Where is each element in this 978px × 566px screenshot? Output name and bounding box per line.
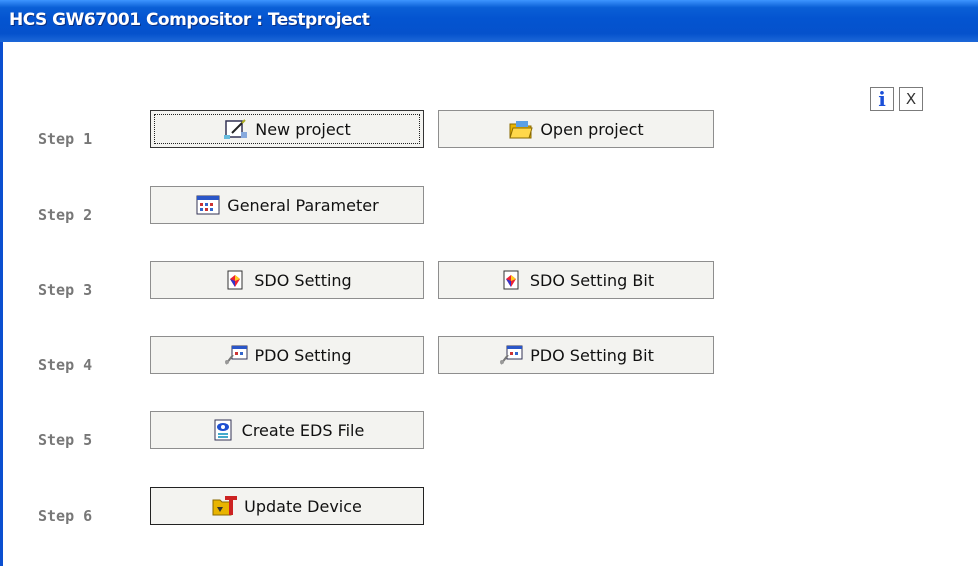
title-bar[interactable]: HCS GW67001 Compositor : Testproject [0,0,978,42]
window-title: HCS GW67001 Compositor : Testproject [9,10,370,30]
compositor-window: HCS GW67001 Compositor : Testproject i X… [0,0,978,566]
general-parameter-label: General Parameter [227,195,379,215]
eds-file-icon [210,419,236,441]
open-project-button[interactable]: Open project [438,110,714,148]
open-folder-icon [508,118,534,140]
step-6-label: Step 6 [38,507,93,525]
step-2-label: Step 2 [38,206,93,224]
step-4-label: Step 4 [38,356,93,374]
pdo-setting-bit-label: PDO Setting Bit [530,345,654,365]
step-5-label: Step 5 [38,431,93,449]
close-button[interactable]: X [899,87,923,111]
pdo-setting-button[interactable]: PDO Setting [150,336,424,374]
close-icon: X [905,89,917,108]
update-device-icon [212,495,238,517]
step-1-label: Step 1 [38,130,93,148]
open-project-label: Open project [540,119,644,139]
update-device-label: Update Device [244,496,362,516]
info-icon: i [878,87,886,111]
update-device-button[interactable]: Update Device [150,487,424,525]
pdo-setting-bit-button[interactable]: PDO Setting Bit [438,336,714,374]
step-3-label: Step 3 [38,281,93,299]
sdo-setting-button[interactable]: SDO Setting [150,261,424,299]
create-eds-file-label: Create EDS File [241,420,365,440]
sdo-icon [222,269,248,291]
parameter-table-icon [195,194,221,216]
new-project-label: New project [255,119,351,139]
pdo-setting-label: PDO Setting [254,345,352,365]
sdo-setting-bit-button[interactable]: SDO Setting Bit [438,261,714,299]
general-parameter-button[interactable]: General Parameter [150,186,424,224]
info-button[interactable]: i [870,87,894,111]
window-border [0,42,3,566]
sdo-setting-label: SDO Setting [254,270,352,290]
pdo-icon [223,344,249,366]
sdo-icon [498,269,524,291]
pdo-icon [498,344,524,366]
new-project-button[interactable]: New project [150,110,424,148]
create-eds-file-button[interactable]: Create EDS File [150,411,424,449]
sdo-setting-bit-label: SDO Setting Bit [529,270,655,290]
new-project-icon [223,118,249,140]
